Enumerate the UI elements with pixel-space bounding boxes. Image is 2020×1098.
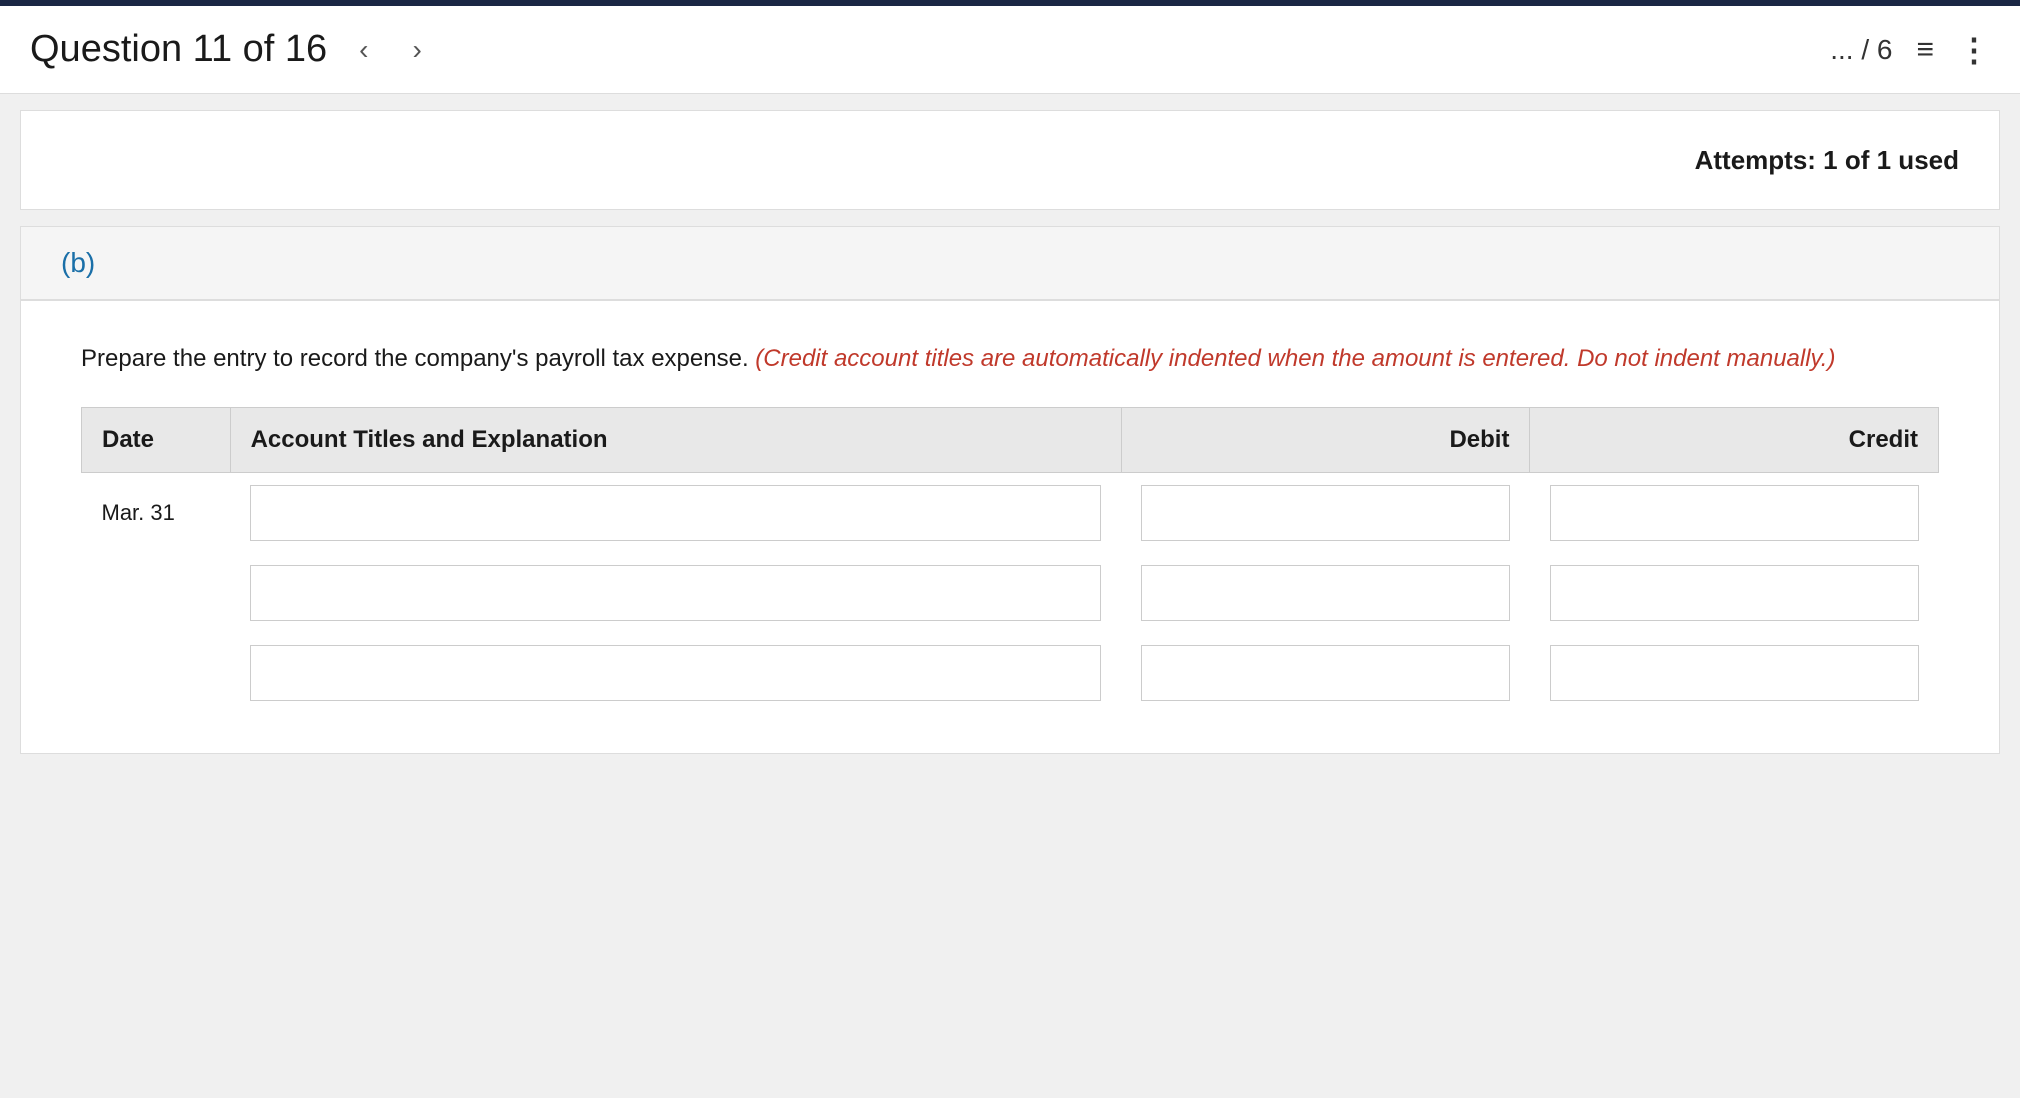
debit-input-cell-1 xyxy=(1121,473,1530,554)
col-header-credit: Credit xyxy=(1530,408,1939,473)
col-header-date: Date xyxy=(82,408,231,473)
debit-input-2[interactable] xyxy=(1141,565,1510,621)
debit-input-3[interactable] xyxy=(1141,645,1510,701)
header: Question 11 of 16 ‹ › ... / 6 ≡ ⋮ xyxy=(0,6,2020,94)
account-input-3[interactable] xyxy=(250,645,1101,701)
debit-input-cell-3 xyxy=(1121,633,1530,713)
part-label: (b) xyxy=(61,247,95,278)
date-cell-1: Mar. 31 xyxy=(82,473,231,554)
table-row xyxy=(82,553,1939,633)
account-input-1[interactable] xyxy=(250,485,1101,541)
content-section: Prepare the entry to record the company'… xyxy=(20,300,2000,754)
instruction-text: Prepare the entry to record the company'… xyxy=(81,341,1939,377)
next-button[interactable]: › xyxy=(401,26,434,74)
journal-table: Date Account Titles and Explanation Debi… xyxy=(81,407,1939,713)
account-input-cell-2 xyxy=(230,553,1121,633)
credit-input-cell-1 xyxy=(1530,473,1939,554)
credit-input-1[interactable] xyxy=(1550,485,1919,541)
account-input-cell-3 xyxy=(230,633,1121,713)
debit-input-1[interactable] xyxy=(1141,485,1510,541)
debit-input-cell-2 xyxy=(1121,553,1530,633)
credit-input-2[interactable] xyxy=(1550,565,1919,621)
table-header-row: Date Account Titles and Explanation Debi… xyxy=(82,408,1939,473)
prev-button[interactable]: ‹ xyxy=(347,26,380,74)
credit-input-cell-2 xyxy=(1530,553,1939,633)
credit-input-3[interactable] xyxy=(1550,645,1919,701)
attempts-section: Attempts: 1 of 1 used xyxy=(20,110,2000,210)
more-menu-icon[interactable]: ⋮ xyxy=(1958,31,1990,69)
date-cell-3 xyxy=(82,633,231,713)
instruction-plain: Prepare the entry to record the company'… xyxy=(81,345,749,372)
page-indicator: ... / 6 xyxy=(1830,34,1892,66)
question-title: Question 11 of 16 xyxy=(30,28,327,71)
date-cell-2 xyxy=(82,553,231,633)
account-input-2[interactable] xyxy=(250,565,1101,621)
list-icon[interactable]: ≡ xyxy=(1916,33,1934,67)
col-header-debit: Debit xyxy=(1121,408,1530,473)
instruction-red: (Credit account titles are automatically… xyxy=(755,345,1835,372)
header-left: Question 11 of 16 ‹ › xyxy=(30,26,434,74)
credit-input-cell-3 xyxy=(1530,633,1939,713)
table-row: Mar. 31 xyxy=(82,473,1939,554)
account-input-cell-1 xyxy=(230,473,1121,554)
col-header-account: Account Titles and Explanation xyxy=(230,408,1121,473)
header-right: ... / 6 ≡ ⋮ xyxy=(1830,31,1990,69)
table-row xyxy=(82,633,1939,713)
attempts-text: Attempts: 1 of 1 used xyxy=(1695,145,1959,176)
part-b-section: (b) xyxy=(20,226,2000,300)
